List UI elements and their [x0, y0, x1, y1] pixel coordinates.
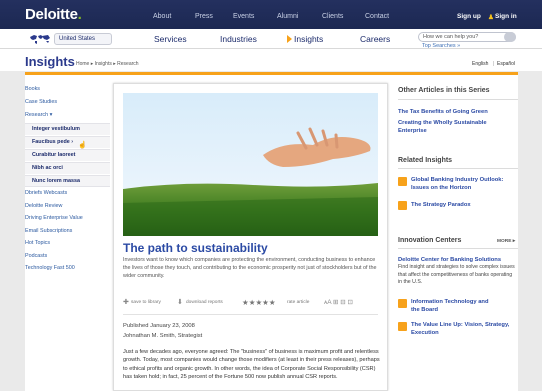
- left-nav-item[interactable]: Driving Enterprise Value: [25, 215, 83, 221]
- main-nav-careers[interactable]: Careers: [360, 34, 390, 44]
- other-article-link[interactable]: Creating the Wholly Sustainable Enterpri…: [398, 119, 498, 135]
- country-selector[interactable]: United States: [28, 33, 112, 45]
- deloitte-logo[interactable]: Deloitte.: [25, 6, 82, 23]
- divider: [123, 314, 378, 315]
- divider: [398, 99, 518, 100]
- plus-icon[interactable]: ✚: [123, 298, 129, 306]
- related-insight-link[interactable]: The Strategy Paradox: [411, 201, 519, 209]
- divider: [398, 168, 518, 169]
- innovation-link[interactable]: The Value Line Up: Vision, Strategy, Exe…: [411, 321, 511, 337]
- author: Johnathan M. Smith, Strategist: [123, 333, 203, 339]
- person-icon: ♟: [488, 14, 494, 21]
- left-nav-item[interactable]: Dbriefs Webcasts: [25, 190, 67, 196]
- rating-stars[interactable]: ★★★★★: [242, 298, 276, 307]
- banking-center-link[interactable]: Deloitte Center for Banking Solutions: [398, 256, 518, 264]
- top-nav-events[interactable]: Events: [233, 13, 254, 20]
- lang-espanol[interactable]: Español: [497, 61, 515, 67]
- rate-article-label: rate article: [287, 300, 310, 305]
- lang-separator: |: [493, 61, 495, 67]
- article-body: Just a few decades ago, everyone agreed:…: [123, 349, 380, 380]
- lang-english[interactable]: English: [472, 61, 488, 67]
- world-map-icon: [30, 35, 50, 44]
- left-sub-item[interactable]: Integer vestibulum: [25, 123, 110, 135]
- hero-image: [123, 93, 378, 236]
- main-nav-services[interactable]: Services: [154, 34, 187, 44]
- sign-up-link[interactable]: Sign up: [457, 13, 481, 20]
- publish-date: Published January 23, 2008: [123, 323, 195, 329]
- other-article-link[interactable]: The Tax Benefits of Going Green: [398, 108, 516, 116]
- sign-in-link[interactable]: Sign in: [495, 13, 517, 20]
- save-to-library-link[interactable]: save to library: [131, 300, 161, 305]
- more-link[interactable]: MORE ▸: [497, 239, 515, 244]
- left-nav-item[interactable]: Technology Fast 500: [25, 265, 75, 271]
- main-nav-industries[interactable]: Industries: [220, 34, 257, 44]
- article-title: The path to sustainability: [123, 241, 268, 255]
- top-nav-about[interactable]: About: [153, 13, 171, 20]
- left-nav-item[interactable]: Deloitte Review: [25, 203, 62, 209]
- left-nav-item[interactable]: Podcasts: [25, 253, 47, 259]
- country-dropdown[interactable]: United States: [54, 33, 112, 45]
- document-icon: [398, 177, 407, 186]
- left-sub-item[interactable]: Curabitur laoreet: [25, 149, 110, 161]
- document-icon: [398, 201, 407, 210]
- search-input[interactable]: How we can help you?: [418, 32, 516, 42]
- innovation-link[interactable]: Information Technology and the Board: [411, 298, 491, 314]
- divider: [398, 248, 518, 249]
- top-nav-clients[interactable]: Clients: [322, 13, 343, 20]
- innovation-centers-heading: Innovation Centers: [398, 237, 462, 244]
- related-insight-link[interactable]: Global Banking Industry Outlook: Issues …: [411, 176, 519, 192]
- page-title: Insights: [25, 54, 75, 69]
- left-nav-item[interactable]: Email Subscriptions: [25, 228, 72, 234]
- download-icon[interactable]: ⬇: [177, 298, 183, 306]
- download-reports-link[interactable]: download reports: [186, 300, 223, 305]
- other-articles-heading: Other Articles in this Series: [398, 87, 490, 94]
- top-nav-contact[interactable]: Contact: [365, 13, 389, 20]
- breadcrumb[interactable]: Home ▸ Insights ▸ Research: [76, 61, 139, 67]
- left-nav-books[interactable]: Books: [25, 86, 40, 92]
- article-description: Investors want to know which companies a…: [123, 257, 377, 279]
- left-nav-item[interactable]: Hot Topics: [25, 240, 50, 246]
- left-sub-item[interactable]: Nunc lorem massa: [25, 175, 110, 187]
- related-insights-heading: Related Insights: [398, 157, 453, 164]
- active-arrow-icon: [287, 35, 292, 43]
- left-nav-case-studies[interactable]: Case Studies: [25, 99, 57, 105]
- left-sub-item[interactable]: Nibh ac orci: [25, 162, 110, 174]
- search-button[interactable]: [504, 32, 516, 42]
- hand-cursor-icon: ☝: [78, 142, 87, 149]
- top-nav-press[interactable]: Press: [195, 13, 213, 20]
- banking-center-description: Find insight and strategies to solve com…: [398, 264, 515, 285]
- document-icon: [398, 299, 407, 308]
- left-nav-research[interactable]: Research ▾: [25, 112, 52, 118]
- main-nav-insights[interactable]: Insights: [294, 34, 323, 44]
- top-nav-alumni[interactable]: Alumni: [277, 13, 298, 20]
- text-size-print-share-icons[interactable]: ᴀA ⊞ ⊟ ⊡: [324, 298, 353, 306]
- section-header: [0, 49, 542, 71]
- document-icon: [398, 322, 407, 331]
- left-sub-item[interactable]: Faucibus pede ›: [25, 136, 110, 148]
